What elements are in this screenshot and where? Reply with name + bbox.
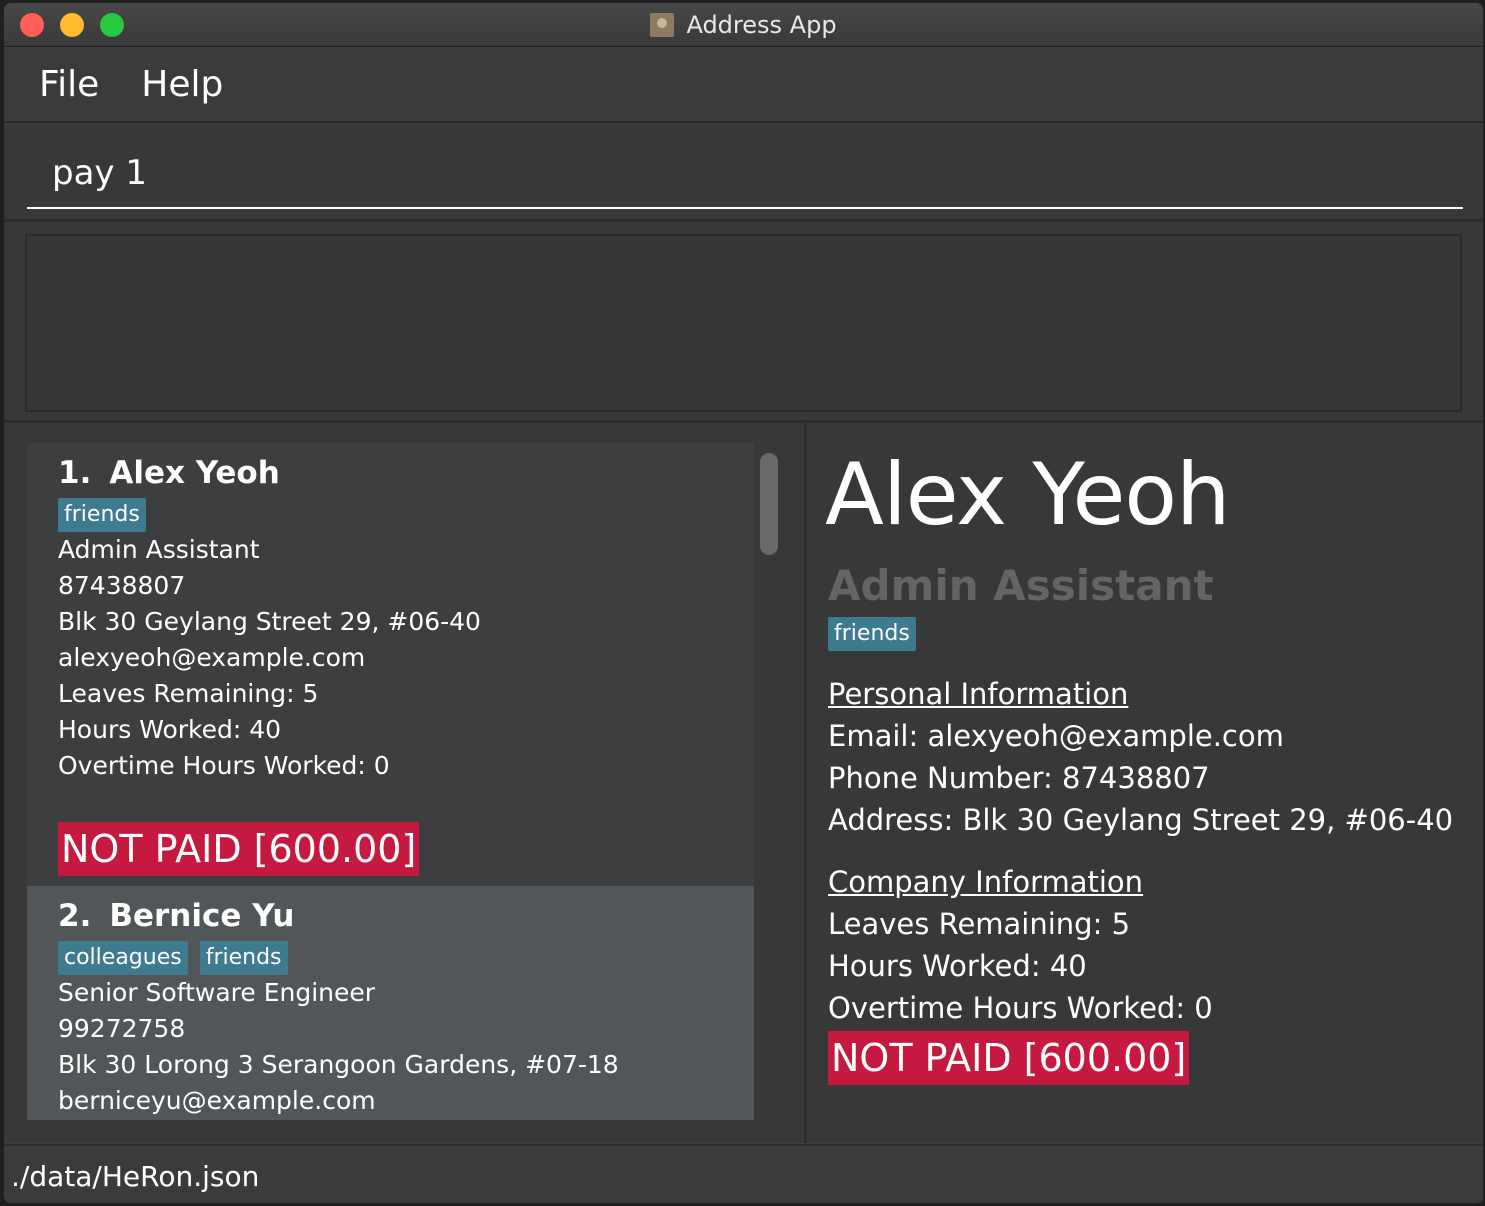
command-box: [4, 123, 1483, 222]
menu-help[interactable]: Help: [141, 64, 223, 105]
person-leaves: Leaves Remaining: 5: [58, 679, 319, 708]
tag-badge: friends: [828, 617, 916, 651]
person-role: Senior Software Engineer: [58, 978, 376, 1007]
person-index: 1.: [58, 455, 92, 491]
person-hours: Hours Worked: 40: [58, 715, 282, 744]
detail-hours: Hours Worked: 40: [828, 949, 1087, 983]
menu-bar: File Help: [4, 47, 1483, 123]
window-title-group: Address App: [4, 3, 1483, 46]
list-scrollbar-thumb[interactable]: [760, 453, 778, 555]
detail-phone: Phone Number: 87438807: [828, 761, 1210, 795]
app-window: Address App File Help 1. Alex Yeoh friend…: [3, 2, 1484, 1204]
tag-badge: colleagues: [58, 941, 188, 975]
save-file-path: ./data/HeRon.json: [11, 1160, 260, 1193]
detail-tags: friends: [828, 617, 928, 651]
menu-file[interactable]: File: [39, 64, 99, 105]
person-card[interactable]: 1. Alex Yeoh friends Admin Assistant 8743…: [27, 443, 754, 886]
tag-badge: friends: [58, 498, 146, 532]
person-tags: friends: [58, 498, 158, 532]
title-bar: Address App: [4, 3, 1483, 47]
detail-pay-status-badge: NOT PAID [600.00]: [828, 1031, 1190, 1085]
person-list[interactable]: 1. Alex Yeoh friends Admin Assistant 8743…: [27, 443, 754, 1120]
person-detail-panel: Alex Yeoh Admin Assistant friends Person…: [807, 423, 1483, 1143]
person-name-text: Alex Yeoh: [109, 455, 280, 491]
result-display-area: [4, 222, 1483, 423]
command-input[interactable]: [27, 139, 1463, 209]
status-bar: ./data/HeRon.json: [4, 1144, 1483, 1203]
person-tags: colleagues friends: [58, 941, 300, 975]
tag-badge: friends: [199, 941, 288, 975]
person-phone: 87438807: [58, 571, 186, 600]
person-email: berniceyu@example.com: [58, 1086, 376, 1115]
pay-status-badge: NOT PAID [600.00]: [58, 822, 420, 876]
person-index: 2.: [58, 898, 92, 934]
person-name: 1. Alex Yeoh: [58, 455, 280, 491]
person-overtime: Overtime Hours Worked: 0: [58, 751, 390, 780]
detail-role: Admin Assistant: [828, 561, 1214, 610]
person-address: Blk 30 Geylang Street 29, #06-40: [58, 607, 481, 636]
personal-info-heading: Personal Information: [828, 677, 1129, 711]
person-name: 2. Bernice Yu: [58, 898, 294, 934]
person-list-panel: 1. Alex Yeoh friends Admin Assistant 8743…: [4, 423, 807, 1143]
person-card[interactable]: 2. Bernice Yu colleagues friends Senior S…: [27, 886, 754, 1120]
result-display: [25, 234, 1462, 412]
person-email: alexyeoh@example.com: [58, 643, 366, 672]
company-info-heading: Company Information: [828, 865, 1144, 899]
person-role: Admin Assistant: [58, 535, 260, 564]
detail-name: Alex Yeoh: [825, 445, 1230, 545]
detail-email: Email: alexyeoh@example.com: [828, 719, 1284, 753]
detail-address: Address: Blk 30 Geylang Street 29, #06-4…: [828, 803, 1454, 837]
detail-overtime: Overtime Hours Worked: 0: [828, 991, 1213, 1025]
detail-leaves: Leaves Remaining: 5: [828, 907, 1131, 941]
window-title: Address App: [686, 10, 837, 39]
person-address: Blk 30 Lorong 3 Serangoon Gardens, #07-1…: [58, 1050, 619, 1079]
person-name-text: Bernice Yu: [109, 898, 295, 934]
person-phone: 99272758: [58, 1014, 186, 1043]
app-icon: [650, 12, 675, 37]
